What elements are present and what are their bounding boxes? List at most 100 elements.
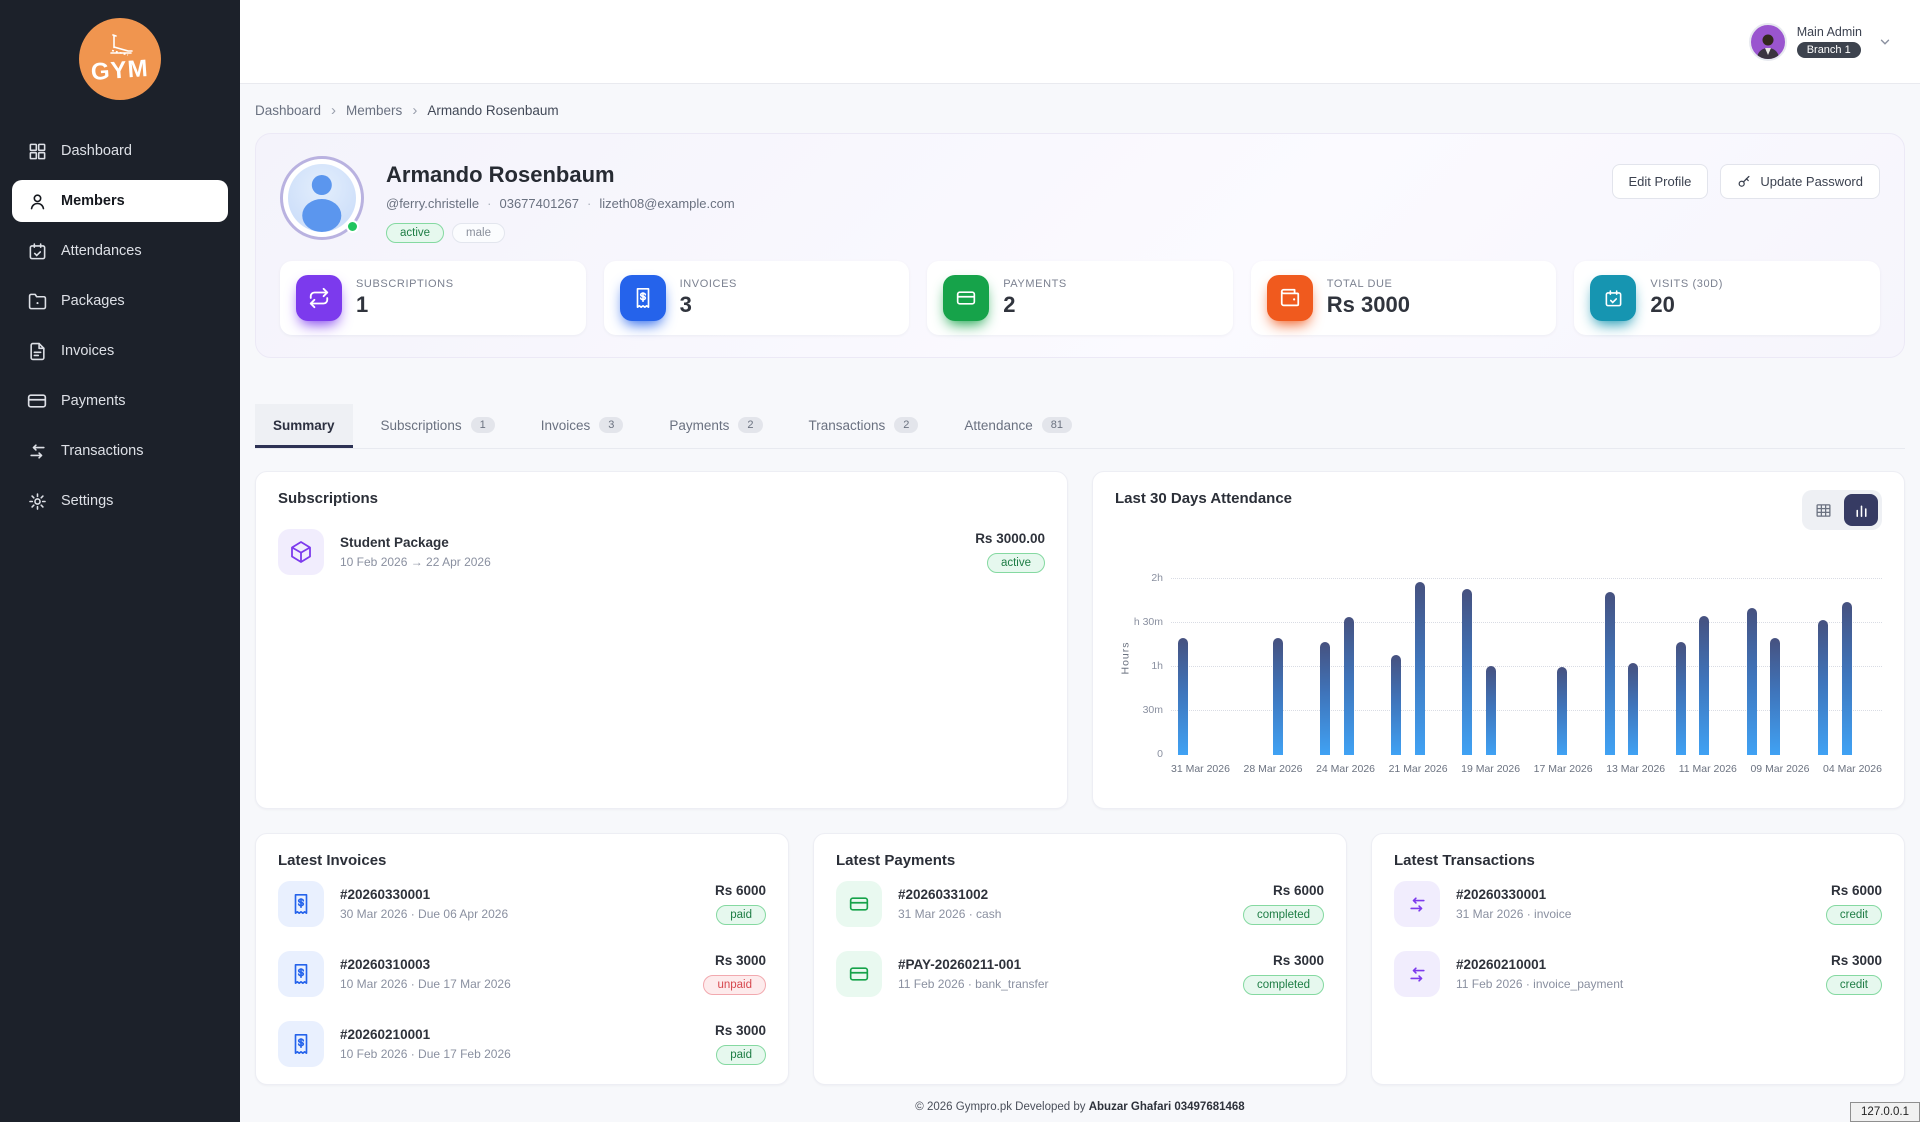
- tab-count-badge: 81: [1042, 417, 1072, 433]
- key-icon: [1737, 174, 1752, 189]
- attendance-x-labels: 31 Mar 202628 Mar 202624 Mar 202621 Mar …: [1171, 763, 1882, 775]
- tab[interactable]: Attendance 81: [946, 404, 1090, 448]
- member-avatar: [280, 156, 364, 240]
- member-avatar-icon: [288, 164, 356, 232]
- update-password-button[interactable]: Update Password: [1720, 164, 1880, 199]
- tab[interactable]: Summary: [255, 404, 353, 448]
- breadcrumb: Dashboard› Members› Armando Rosenbaum›: [255, 98, 1905, 133]
- breadcrumb-separator: ›: [412, 102, 417, 119]
- payment-item[interactable]: #20260331002 31 Mar 2026 · cash Rs 6000 …: [836, 869, 1324, 939]
- attendance-bar[interactable]: [1178, 638, 1188, 755]
- receipt-icon: [278, 881, 324, 927]
- attendance-bar[interactable]: [1676, 642, 1686, 755]
- attendance-bar[interactable]: [1391, 655, 1401, 755]
- gym-logo[interactable]: GYM: [79, 18, 161, 100]
- profile-info: Armando Rosenbaum @ferry.christelle · 03…: [386, 156, 1590, 243]
- user-menu[interactable]: Main Admin Branch 1: [1749, 23, 1892, 61]
- attendance-bar[interactable]: [1628, 663, 1638, 755]
- table-view-icon[interactable]: [1806, 494, 1840, 526]
- transaction-item[interactable]: #20260210001 11 Feb 2026 · invoice_payme…: [1394, 939, 1882, 1009]
- attendance-bar[interactable]: [1415, 582, 1425, 755]
- breadcrumb-item[interactable]: Armando Rosenbaum›: [427, 103, 558, 118]
- invoice-item[interactable]: #20260210001 10 Feb 2026 · Due 17 Feb 20…: [278, 1009, 766, 1079]
- calendar-check-icon: [1590, 275, 1636, 321]
- attendance-bar[interactable]: [1770, 638, 1780, 755]
- chart-bar-slot: [1384, 560, 1408, 755]
- topbar: Main Admin Branch 1: [240, 0, 1920, 84]
- invoice-item[interactable]: #20260330001 30 Mar 2026 · Due 06 Apr 20…: [278, 869, 766, 939]
- x-axis-tick: 04 Mar 2026: [1823, 763, 1882, 775]
- person-photo-icon: [1753, 29, 1783, 59]
- transaction-amount: Rs 3000: [1831, 953, 1882, 968]
- swap-icon: [27, 441, 47, 461]
- chart-bar-slot: [1171, 560, 1195, 755]
- tab[interactable]: Transactions 2: [791, 404, 937, 448]
- x-axis-tick: 13 Mar 2026: [1606, 763, 1665, 775]
- bar-chart-view-icon[interactable]: [1844, 494, 1878, 526]
- member-phone: 03677401267: [499, 196, 579, 211]
- attendance-bar[interactable]: [1818, 620, 1828, 755]
- tabs: Summary Subscriptions 1 Invoices 3 Payme…: [255, 404, 1905, 449]
- y-axis-tick: h 30m: [1134, 616, 1163, 628]
- chart-bar-slot: [1455, 560, 1479, 755]
- attendance-bar[interactable]: [1486, 666, 1496, 755]
- attendance-bar[interactable]: [1320, 642, 1330, 755]
- stat-card[interactable]: VISITS (30D) 20: [1574, 261, 1880, 335]
- stat-card[interactable]: TOTAL DUE Rs 3000: [1251, 261, 1557, 335]
- attendance-bar[interactable]: [1557, 667, 1567, 755]
- tab[interactable]: Subscriptions 1: [363, 404, 513, 448]
- breadcrumb-item[interactable]: Dashboard›: [255, 102, 336, 119]
- status-badge: credit: [1826, 975, 1882, 995]
- attendance-bar[interactable]: [1273, 638, 1283, 755]
- sidebar-item[interactable]: Members: [12, 180, 228, 222]
- status-badge: male: [452, 223, 505, 243]
- edit-profile-button[interactable]: Edit Profile: [1612, 164, 1709, 199]
- credit-card-icon: [27, 391, 47, 411]
- invoice-item[interactable]: #20260310003 10 Mar 2026 · Due 17 Mar 20…: [278, 939, 766, 1009]
- transaction-item[interactable]: #20260330001 31 Mar 2026 · invoice Rs 60…: [1394, 869, 1882, 939]
- user-name: Main Admin: [1797, 25, 1862, 39]
- tab-count-badge: 2: [738, 417, 762, 433]
- admin-avatar: [1749, 23, 1787, 61]
- chart-bar-slot: [1361, 560, 1385, 755]
- chart-bar-slot: [1432, 560, 1456, 755]
- member-username: @ferry.christelle: [386, 196, 479, 211]
- stat-label: TOTAL DUE: [1327, 278, 1410, 290]
- receipt-icon: [278, 1021, 324, 1067]
- sidebar-nav: Dashboard Members Attendances Packages I…: [0, 122, 240, 530]
- chart-bar-slot: [1266, 560, 1290, 755]
- swap-icon: [1394, 881, 1440, 927]
- chart-bar-slot: [1811, 560, 1835, 755]
- stats-row: SUBSCRIPTIONS 1 INVOICES 3: [280, 261, 1880, 335]
- attendance-bar[interactable]: [1344, 617, 1354, 755]
- y-axis-tick: 2h: [1151, 572, 1163, 584]
- sidebar-item[interactable]: Dashboard: [12, 130, 228, 172]
- stat-card[interactable]: SUBSCRIPTIONS 1: [280, 261, 586, 335]
- y-axis-title: Hours: [1120, 641, 1132, 674]
- latest-payments-title: Latest Payments: [836, 852, 1324, 869]
- sidebar-item[interactable]: Settings: [12, 480, 228, 522]
- tab[interactable]: Invoices 3: [523, 404, 642, 448]
- sidebar-item[interactable]: Transactions: [12, 430, 228, 472]
- tab[interactable]: Payments 2: [651, 404, 780, 448]
- breadcrumb-item[interactable]: Members›: [346, 102, 417, 119]
- payment-item[interactable]: #PAY-20260211-001 11 Feb 2026 · bank_tra…: [836, 939, 1324, 1009]
- invoice-id: #20260310003: [340, 957, 687, 972]
- sidebar-item[interactable]: Attendances: [12, 230, 228, 272]
- stat-card[interactable]: PAYMENTS 2: [927, 261, 1233, 335]
- stat-value: 20: [1650, 292, 1723, 318]
- payment-amount: Rs 3000: [1273, 953, 1324, 968]
- stat-card[interactable]: INVOICES 3: [604, 261, 910, 335]
- attendance-bar[interactable]: [1747, 608, 1757, 755]
- sidebar-item[interactable]: Payments: [12, 380, 228, 422]
- attendance-bar[interactable]: [1462, 589, 1472, 755]
- attendance-bar[interactable]: [1842, 602, 1852, 755]
- grid-icon: [27, 141, 47, 161]
- invoice-amount: Rs 3000: [715, 953, 766, 968]
- attendance-bar[interactable]: [1699, 616, 1709, 755]
- sidebar-item[interactable]: Packages: [12, 280, 228, 322]
- sidebar-item[interactable]: Invoices: [12, 330, 228, 372]
- subscription-item[interactable]: Student Package 10 Feb 2026 → 22 Apr 202…: [278, 517, 1045, 587]
- attendance-bar[interactable]: [1605, 592, 1615, 755]
- chart-bar-slot: [1408, 560, 1432, 755]
